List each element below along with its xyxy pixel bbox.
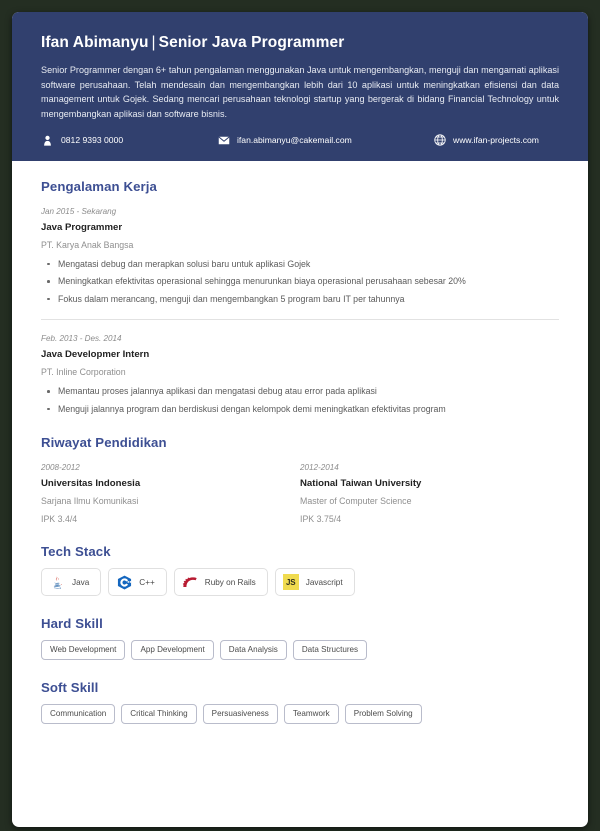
contact-email[interactable]: ifan.abimanyu@cakemail.com <box>217 134 433 147</box>
tech-chip-cplusplus[interactable]: C++ <box>108 568 167 597</box>
page-backdrop: Ifan Abimanyu | Senior Java Programmer Sen… <box>0 0 600 831</box>
education-grid: 2008-2012 Universitas Indonesia Sarjana … <box>41 463 559 524</box>
tech-chip-label: Java <box>72 577 90 587</box>
contact-website[interactable]: www.ifan-projects.com <box>433 134 539 147</box>
section-title-experience: Pengalaman Kerja <box>41 178 157 194</box>
tech-chip-label: Ruby on Rails <box>204 577 256 587</box>
globe-icon <box>433 134 446 147</box>
experience-role: Java Developmer Intern <box>41 349 150 361</box>
experience-date: Feb. 2013 - Des. 2014 <box>41 334 122 344</box>
soft-skill-pill[interactable]: Problem Solving <box>344 704 422 724</box>
person-icon <box>41 134 54 147</box>
javascript-badge-text: JS <box>282 574 299 591</box>
envelope-icon <box>217 134 230 147</box>
professional-summary: Senior Programmer dengan 6+ tahun pengal… <box>41 65 559 120</box>
candidate-name: Ifan Abimanyu <box>41 34 149 51</box>
hard-skill-pill[interactable]: Data Structures <box>292 640 368 660</box>
soft-skill-pill[interactable]: Teamwork <box>283 704 339 724</box>
education-school: Universitas Indonesia <box>41 478 141 490</box>
javascript-icon: JS <box>282 574 299 591</box>
soft-skill-pills: Communication Critical Thinking Persuasi… <box>41 704 559 724</box>
contact-website-value: www.ifan-projects.com <box>453 135 539 146</box>
section-title-hard-skill: Hard Skill <box>41 616 103 632</box>
experience-bullets: Memantau proses jalannya aplikasi dan me… <box>41 385 559 415</box>
section-title-education: Riwayat Pendidikan <box>41 435 167 451</box>
resume-header: Ifan Abimanyu | Senior Java Programmer Sen… <box>12 12 588 161</box>
soft-skill-pill[interactable]: Critical Thinking <box>121 704 197 724</box>
section-title-tech-stack: Tech Stack <box>41 544 111 560</box>
header-name-row: Ifan Abimanyu | Senior Java Programmer <box>41 34 559 52</box>
experience-bullet: Menguji jalannya program dan berdiskusi … <box>47 403 559 415</box>
resume-body: Pengalaman Kerja Jan 2015 - Sekarang Jav… <box>12 161 588 724</box>
name-title-separator: | <box>151 34 156 51</box>
experience-bullets: Mengatasi debug dan merapkan solusi baru… <box>41 258 559 305</box>
cplusplus-icon <box>116 574 132 590</box>
hard-skill-pills: Web Development App Development Data Ana… <box>41 640 559 660</box>
soft-skill-pill[interactable]: Communication <box>41 704 116 724</box>
education-degree: Master of Computer Science <box>300 496 412 507</box>
soft-skill-pill[interactable]: Persuasiveness <box>202 704 278 724</box>
experience-entry: Feb. 2013 - Des. 2014 Java Developmer In… <box>41 334 559 415</box>
experience-company: PT. Inline Corporation <box>41 367 126 378</box>
education-date: 2012-2014 <box>300 463 339 473</box>
contact-phone-value: 0812 9393 0000 <box>61 135 124 146</box>
experience-role: Java Programmer <box>41 221 123 233</box>
education-gpa: IPK 3.4/4 <box>41 514 78 525</box>
education-degree: Sarjana Ilmu Komunikasi <box>41 496 139 507</box>
java-icon <box>49 574 65 590</box>
section-tech-stack: Tech Stack Java C++ Ruby on Rails JS Jav… <box>41 544 559 597</box>
section-education: Riwayat Pendidikan 2008-2012 Universitas… <box>41 435 559 524</box>
tech-chip-label: Javascript <box>305 577 343 587</box>
tech-chip-java[interactable]: Java <box>41 568 102 597</box>
experience-date: Jan 2015 - Sekarang <box>41 206 117 216</box>
hard-skill-pill[interactable]: Data Analysis <box>219 640 287 660</box>
section-title-soft-skill: Soft Skill <box>41 680 99 695</box>
section-experience: Pengalaman Kerja Jan 2015 - Sekarang Jav… <box>41 179 559 415</box>
hard-skill-pill[interactable]: Web Development <box>41 640 126 660</box>
experience-bullet: Meningkatkan efektivitas operasional seh… <box>47 275 559 287</box>
resume-card: Ifan Abimanyu | Senior Java Programmer Sen… <box>12 12 588 827</box>
experience-divider <box>41 319 559 321</box>
tech-chip-label: C++ <box>139 577 155 587</box>
contact-email-value: ifan.abimanyu@cakemail.com <box>237 135 352 146</box>
experience-entry: Jan 2015 - Sekarang Java Programmer PT. … <box>41 207 559 305</box>
education-entry: 2012-2014 National Taiwan University Mas… <box>300 463 559 524</box>
contact-phone[interactable]: 0812 9393 0000 <box>41 134 217 147</box>
education-school: National Taiwan University <box>300 478 422 490</box>
experience-company: PT. Karya Anak Bangsa <box>41 239 134 250</box>
education-date: 2008-2012 <box>41 463 80 473</box>
tech-chip-rails[interactable]: Ruby on Rails <box>173 568 268 597</box>
section-soft-skill: Soft Skill Communication Critical Thinki… <box>41 680 559 724</box>
education-gpa: IPK 3.75/4 <box>300 514 342 525</box>
education-entry: 2008-2012 Universitas Indonesia Sarjana … <box>41 463 300 524</box>
tech-stack-chips: Java C++ Ruby on Rails JS Javascript <box>41 568 559 597</box>
rails-icon <box>182 574 198 590</box>
experience-bullet: Memantau proses jalannya aplikasi dan me… <box>47 385 559 397</box>
experience-bullet: Fokus dalam merancang, menguji dan menge… <box>47 293 559 305</box>
experience-bullet: Mengatasi debug dan merapkan solusi baru… <box>47 258 559 270</box>
candidate-job-title: Senior Java Programmer <box>158 34 345 51</box>
tech-chip-javascript[interactable]: JS Javascript <box>274 568 355 597</box>
hard-skill-pill[interactable]: App Development <box>131 640 214 660</box>
contact-row: 0812 9393 0000 ifan.abimanyu@cakemail.co… <box>41 134 559 147</box>
section-hard-skill: Hard Skill Web Development App Developme… <box>41 616 559 660</box>
